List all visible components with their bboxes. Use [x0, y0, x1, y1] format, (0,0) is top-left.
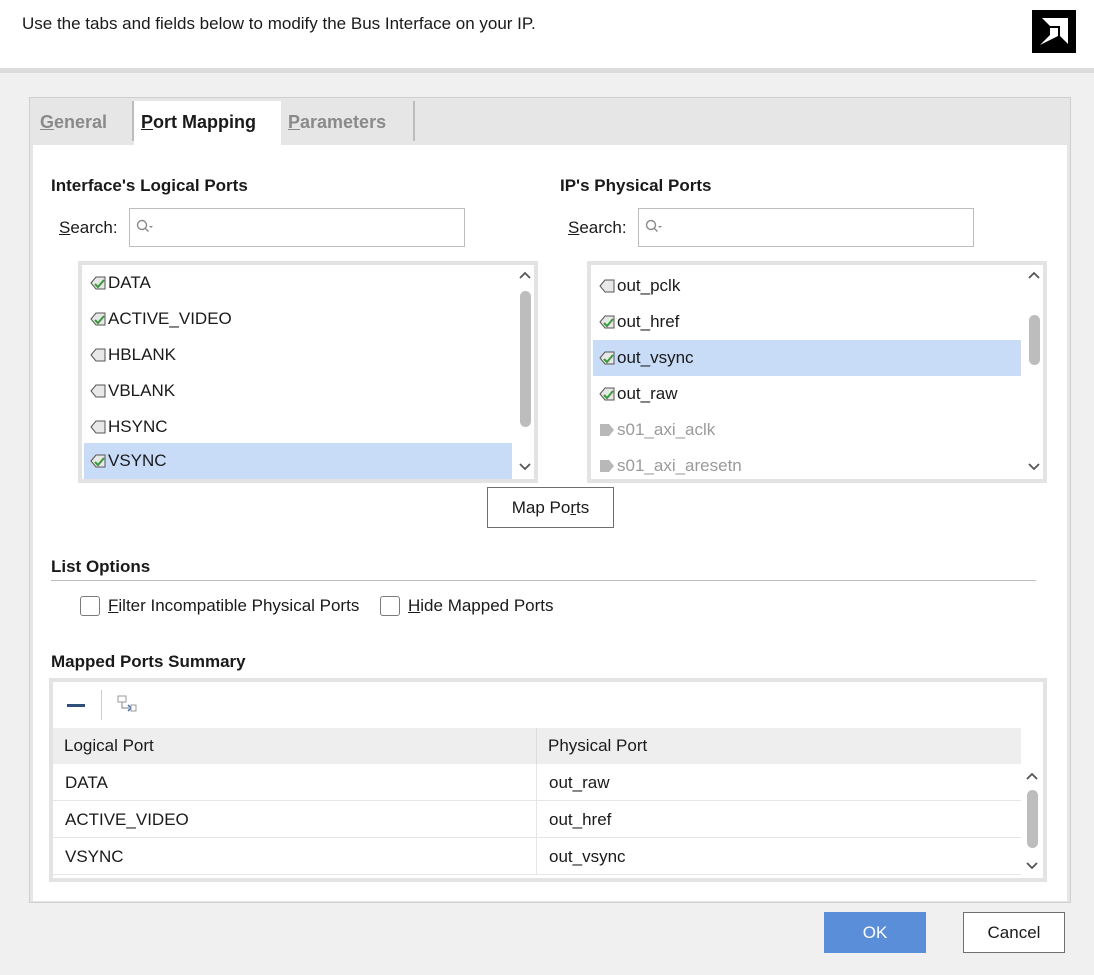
logical-port-active-video[interactable]: ACTIVE_VIDEO: [84, 301, 512, 337]
physical-port-s01-axi-aresetn[interactable]: s01_axi_aresetn: [593, 448, 1021, 479]
port-connected-icon: [90, 312, 106, 326]
list-options-title: List Options: [51, 557, 151, 576]
hide-mapped-label[interactable]: Hide Mapped Ports: [408, 596, 554, 616]
physical-search-input[interactable]: [667, 215, 967, 241]
table-row[interactable]: ACTIVE_VIDEO out_href: [53, 801, 1021, 838]
chevron-up-icon[interactable]: [1025, 770, 1039, 784]
list-options-divider: [51, 580, 1036, 581]
search-icon: [136, 219, 153, 232]
tab-port-mapping[interactable]: Port Mapping: [134, 101, 281, 145]
logical-port-data[interactable]: DATA: [84, 265, 512, 301]
port-mapping-content: Interface's Logical Ports Search: DATA A…: [33, 145, 1067, 901]
logical-port-label: VBLANK: [108, 381, 176, 400]
column-physical-port[interactable]: Physical Port: [537, 728, 1021, 764]
mapped-summary-title: Mapped Ports Summary: [51, 652, 246, 671]
logical-search-field[interactable]: [129, 208, 465, 247]
physical-list-scroll-thumb[interactable]: [1029, 315, 1040, 365]
chevron-down-icon[interactable]: [518, 459, 532, 473]
table-row[interactable]: DATA out_raw: [53, 764, 1021, 801]
logical-port-label: DATA: [108, 273, 151, 292]
logical-ports-viewport: DATA ACTIVE_VIDEO HBLANK VBLANK HSYNC VS…: [82, 265, 514, 479]
logical-port-label: HSYNC: [108, 417, 168, 436]
logical-port-vsync[interactable]: VSYNC: [84, 443, 512, 479]
physical-port-cell: out_raw: [549, 773, 610, 792]
physical-port-label: out_pclk: [617, 276, 681, 295]
bus-interface-panel: General Port Mapping Parameters Interfac…: [29, 97, 1071, 903]
physical-port-out-vsync[interactable]: out_vsync: [593, 340, 1021, 376]
physical-port-cell: out_href: [549, 810, 612, 829]
port-icon: [599, 279, 615, 293]
port-icon: [90, 420, 106, 434]
port-input-icon: [600, 424, 614, 436]
tab-general[interactable]: General: [33, 101, 128, 145]
tab-separator: [413, 101, 415, 141]
port-connected-icon: [599, 315, 615, 329]
summary-toolbar: [53, 682, 1043, 728]
physical-port-out-raw[interactable]: out_raw: [593, 376, 1021, 412]
port-connected-icon: [90, 454, 106, 468]
logical-port-cell: DATA: [65, 773, 108, 792]
physical-ports-viewport: out_pclk out_href out_vsync out_raw s01_…: [591, 265, 1023, 479]
logical-ports-list[interactable]: DATA ACTIVE_VIDEO HBLANK VBLANK HSYNC VS…: [78, 261, 538, 483]
logical-port-label: VSYNC: [108, 451, 167, 470]
physical-search-field[interactable]: [638, 208, 974, 247]
hide-mapped-checkbox[interactable]: [380, 596, 400, 616]
logical-port-label: ACTIVE_VIDEO: [108, 309, 232, 328]
logical-list-scroll-thumb[interactable]: [520, 291, 531, 427]
map-ports-button[interactable]: Map Ports: [487, 487, 614, 528]
cancel-button[interactable]: Cancel: [963, 912, 1065, 953]
chevron-down-icon[interactable]: [1027, 459, 1041, 473]
physical-ports-title: IP's Physical Ports: [560, 176, 712, 195]
summary-scrollbar[interactable]: [1021, 764, 1043, 876]
dialog-header: Use the tabs and fields below to modify …: [0, 0, 1094, 73]
summary-scroll-thumb[interactable]: [1027, 790, 1038, 848]
port-icon: [90, 384, 106, 398]
port-connected-icon: [90, 276, 106, 290]
search-icon: [645, 219, 662, 232]
physical-list-scrollbar[interactable]: [1023, 265, 1045, 479]
logical-search-label: Search:: [59, 218, 118, 237]
physical-port-label: out_raw: [617, 384, 678, 403]
logical-port-hsync[interactable]: HSYNC: [84, 409, 512, 445]
logical-ports-title: Interface's Logical Ports: [51, 176, 248, 195]
physical-port-out-href[interactable]: out_href: [593, 304, 1021, 340]
physical-search-label: Search:: [568, 218, 627, 237]
logical-search-input[interactable]: [158, 215, 458, 241]
port-icon: [90, 348, 106, 362]
table-row[interactable]: VSYNC out_vsync: [53, 838, 1021, 875]
logical-port-hblank[interactable]: HBLANK: [84, 337, 512, 373]
tab-parameters[interactable]: Parameters: [281, 101, 411, 145]
physical-port-label: s01_axi_aclk: [617, 420, 716, 439]
physical-port-label: out_vsync: [617, 348, 694, 367]
physical-port-cell: out_vsync: [549, 847, 626, 866]
physical-port-label: out_href: [617, 312, 680, 331]
amd-logo-icon: [1032, 10, 1076, 53]
chevron-up-icon[interactable]: [1027, 269, 1041, 283]
port-connected-icon: [599, 351, 615, 365]
physical-port-label: s01_axi_aresetn: [617, 456, 742, 475]
logical-port-cell: VSYNC: [65, 847, 124, 866]
logical-port-label: HBLANK: [108, 345, 177, 364]
chevron-down-icon[interactable]: [1025, 858, 1039, 872]
summary-table-header: Logical Port Physical Port: [53, 728, 1021, 764]
mapped-ports-summary: Logical Port Physical Port DATA out_raw …: [49, 678, 1047, 882]
physical-port-out-pclk[interactable]: out_pclk: [593, 268, 1021, 304]
logical-list-scrollbar[interactable]: [514, 265, 536, 479]
toolbar-separator: [101, 690, 102, 720]
chevron-up-icon[interactable]: [518, 269, 532, 283]
port-input-icon: [600, 460, 614, 472]
filter-incompatible-label[interactable]: Filter Incompatible Physical Ports: [108, 596, 359, 616]
physical-port-s01-axi-aclk[interactable]: s01_axi_aclk: [593, 412, 1021, 448]
logical-port-vblank[interactable]: VBLANK: [84, 373, 512, 409]
column-logical-port[interactable]: Logical Port: [53, 728, 537, 764]
filter-incompatible-checkbox[interactable]: [80, 596, 100, 616]
logical-port-cell: ACTIVE_VIDEO: [65, 810, 189, 829]
ok-button[interactable]: OK: [824, 912, 926, 953]
physical-ports-list[interactable]: out_pclk out_href out_vsync out_raw s01_…: [587, 261, 1047, 483]
remove-icon[interactable]: [67, 704, 85, 708]
tab-bar: General Port Mapping Parameters: [33, 101, 1067, 145]
auto-map-icon[interactable]: [117, 694, 137, 714]
port-connected-icon: [599, 387, 615, 401]
header-instruction: Use the tabs and fields below to modify …: [22, 14, 536, 33]
